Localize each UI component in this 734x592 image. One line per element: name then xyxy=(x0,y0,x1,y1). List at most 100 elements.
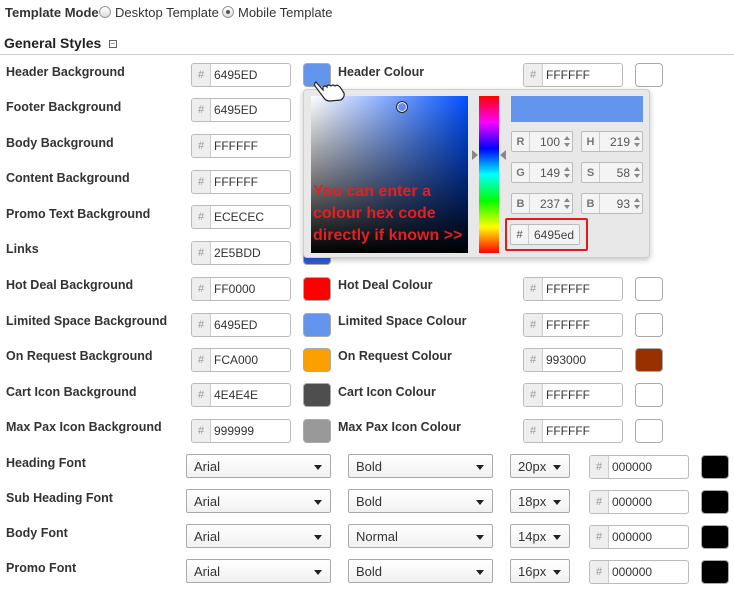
max-pax-icon-colour-swatch[interactable] xyxy=(635,419,663,443)
green-input[interactable]: G 149 xyxy=(511,162,573,183)
mobile-template-radio[interactable] xyxy=(222,6,234,18)
hue-value: 219 xyxy=(600,132,642,151)
cart-icon-background-label: Cart Icon Background xyxy=(6,385,137,399)
chevron-down-icon xyxy=(553,570,561,575)
cart-icon-background-swatch[interactable] xyxy=(303,383,331,407)
sub-heading-font-colour-hex-input[interactable]: #000000 xyxy=(589,490,689,514)
hex-value: 4E4E4E xyxy=(214,388,259,402)
heading-font-colour-swatch[interactable] xyxy=(701,455,729,479)
select-value: Arial xyxy=(194,563,221,579)
hue-slider[interactable] xyxy=(479,96,499,253)
content-background-hex-input[interactable]: # FFFFFF xyxy=(191,170,291,194)
promo-font-family-select[interactable]: Arial xyxy=(186,559,331,583)
sub-heading-font-family-select[interactable]: Arial xyxy=(186,489,331,513)
promo-font-colour-swatch[interactable] xyxy=(701,560,729,584)
body-background-label: Body Background xyxy=(6,136,114,150)
max-pax-icon-background-label: Max Pax Icon Background xyxy=(6,420,162,434)
body-font-colour-hex-input[interactable]: #000000 xyxy=(589,525,689,549)
collapse-icon[interactable]: − xyxy=(109,40,117,48)
hex-value: FFFFFF xyxy=(214,139,258,153)
chevron-down-icon xyxy=(553,535,561,540)
saturation-value-handle[interactable] xyxy=(396,101,408,113)
hex-value: FFFFFF xyxy=(214,175,258,189)
promo-font-colour-hex-input[interactable]: #000000 xyxy=(589,560,689,584)
body-font-weight-select[interactable]: Normal xyxy=(348,524,493,548)
cart-icon-background-hex-input[interactable]: #4E4E4E xyxy=(191,383,291,407)
hot-deal-background-swatch[interactable] xyxy=(303,277,331,301)
sub-heading-font-colour-swatch[interactable] xyxy=(701,490,729,514)
max-pax-icon-colour-hex-input[interactable]: # FFFFFF xyxy=(523,419,623,443)
header-background-hex-input[interactable]: #6495ED xyxy=(191,63,291,87)
sub-heading-font-size-select[interactable]: 18px xyxy=(510,489,570,513)
body-font-family-select[interactable]: Arial xyxy=(186,524,331,548)
header-colour-swatch[interactable] xyxy=(635,63,663,87)
sub-heading-font-weight-select[interactable]: Bold xyxy=(348,489,493,513)
body-font-colour-swatch[interactable] xyxy=(701,525,729,549)
mobile-template-label[interactable]: Mobile Template xyxy=(238,5,332,20)
header-background-label: Header Background xyxy=(6,65,125,79)
hot-deal-colour-hex-input[interactable]: # FFFFFF xyxy=(523,277,623,301)
hash-prefix: # xyxy=(524,420,543,442)
heading-font-colour-hex-input[interactable]: #000000 xyxy=(589,455,689,479)
cart-icon-colour-swatch[interactable] xyxy=(635,383,663,407)
desktop-template-label[interactable]: Desktop Template xyxy=(115,5,219,20)
hex-value: FFFFFF xyxy=(546,318,590,332)
footer-background-hex-input[interactable]: #6495ED xyxy=(191,98,291,122)
on-request-background-hex-input[interactable]: # FCA000 xyxy=(191,348,291,372)
heading-font-size-select[interactable]: 20px xyxy=(510,454,570,478)
hex-value: 000000 xyxy=(612,460,653,474)
chevron-down-icon xyxy=(476,465,484,470)
on-request-background-swatch[interactable] xyxy=(303,348,331,372)
heading-font-family-select[interactable]: Arial xyxy=(186,454,331,478)
body-font-size-select[interactable]: 14px xyxy=(510,524,570,548)
blue-input[interactable]: B 237 xyxy=(511,193,573,214)
limited-space-colour-hex-input[interactable]: # FFFFFF xyxy=(523,313,623,337)
max-pax-icon-background-swatch[interactable] xyxy=(303,419,331,443)
hex-value: 2E5BDD xyxy=(214,246,261,260)
content-background-label: Content Background xyxy=(6,171,130,185)
body-background-hex-input[interactable]: # FFFFFF xyxy=(191,134,291,158)
links-hex-input[interactable]: #2E5BDD xyxy=(191,241,291,265)
max-pax-icon-background-hex-input[interactable]: #999999 xyxy=(191,419,291,443)
limited-space-colour-swatch[interactable] xyxy=(635,313,663,337)
promo-font-weight-select[interactable]: Bold xyxy=(348,559,493,583)
saturation-value: 58 xyxy=(600,163,642,182)
hot-deal-background-hex-input[interactable]: # FF0000 xyxy=(191,277,291,301)
header-colour-hex-input[interactable]: # FFFFFF xyxy=(523,63,623,87)
select-value: Bold xyxy=(356,493,383,509)
hash-prefix: # xyxy=(192,278,211,300)
desktop-template-radio[interactable] xyxy=(99,6,111,18)
links-label: Links xyxy=(6,242,39,256)
brightness-input[interactable]: B 93 xyxy=(581,193,643,214)
cart-icon-colour-hex-input[interactable]: # FFFFFF xyxy=(523,383,623,407)
hot-deal-colour-swatch[interactable] xyxy=(635,277,663,301)
select-value: Bold xyxy=(356,458,383,474)
hex-value: FFFFFF xyxy=(546,68,590,82)
hex-value: 000000 xyxy=(612,530,653,544)
limited-space-background-swatch[interactable] xyxy=(303,313,331,337)
red-input[interactable]: R 100 xyxy=(511,131,573,152)
hex-value: FCA000 xyxy=(214,353,259,367)
select-value: 14px xyxy=(518,528,547,544)
on-request-colour-swatch[interactable] xyxy=(635,348,663,372)
section-divider xyxy=(0,54,734,55)
hue-slider-arrow-right-icon[interactable] xyxy=(500,150,506,160)
hue-slider-arrow-left-icon[interactable] xyxy=(472,150,478,160)
heading-font-weight-select[interactable]: Bold xyxy=(348,454,493,478)
hue-input[interactable]: H 219 xyxy=(581,131,643,152)
select-value: Arial xyxy=(194,493,221,509)
hex-value: 999999 xyxy=(214,424,255,438)
hex-value: ECECEC xyxy=(214,210,265,224)
limited-space-background-label: Limited Space Background xyxy=(6,314,168,328)
saturation-input[interactable]: S 58 xyxy=(581,162,643,183)
chevron-down-icon xyxy=(314,570,322,575)
limited-space-background-hex-input[interactable]: #6495ED xyxy=(191,313,291,337)
hash-prefix: # xyxy=(590,526,609,548)
max-pax-icon-colour-label: Max Pax Icon Colour xyxy=(338,420,461,434)
promo-text-background-hex-input[interactable]: # ECECEC xyxy=(191,205,291,229)
promo-font-size-select[interactable]: 16px xyxy=(510,559,570,583)
on-request-colour-hex-input[interactable]: #993000 xyxy=(523,348,623,372)
hex-value: 000000 xyxy=(612,495,653,509)
hex-value: 000000 xyxy=(612,565,653,579)
select-value: Normal xyxy=(356,528,398,544)
